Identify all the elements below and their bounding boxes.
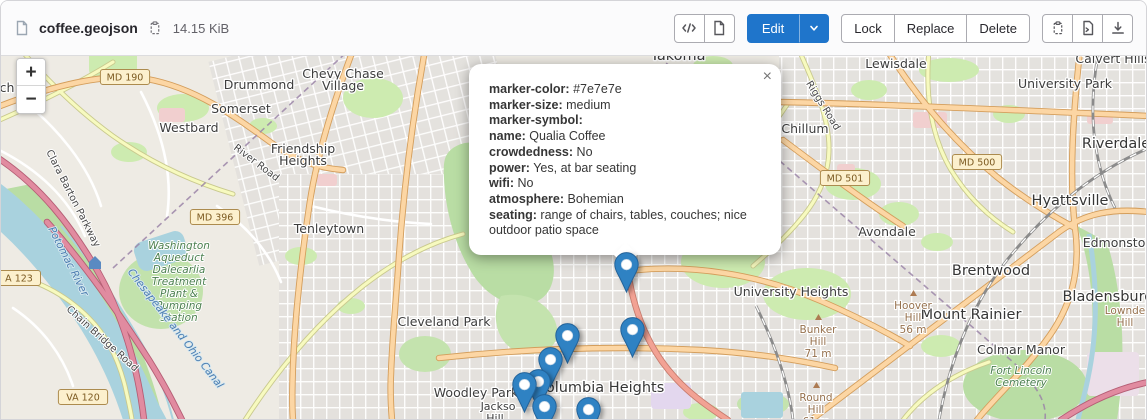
map-label: Mount Rainier	[921, 307, 1022, 323]
map-label: Cleveland Park	[398, 314, 492, 329]
map-label: Hill	[486, 412, 503, 420]
route-shield-label: MD 501	[827, 174, 864, 185]
delete-button[interactable]: Delete	[966, 14, 1030, 43]
popup-property-row: atmosphere: Bohemian	[489, 192, 757, 208]
map-label: University Heights	[734, 284, 849, 299]
copy-contents-button[interactable]	[1042, 14, 1073, 43]
map-label: FriendshipHeights	[271, 141, 335, 168]
map-label: Bladensburg	[1062, 289, 1147, 305]
download-button[interactable]	[1102, 14, 1133, 43]
zoom-in-button[interactable]: +	[17, 59, 45, 86]
map-label: Westbard	[159, 120, 218, 135]
popup-close-icon[interactable]: ×	[763, 69, 772, 85]
map-label: Drummond	[224, 77, 295, 92]
file-size: 14.15 KiB	[173, 21, 229, 36]
popup-property-row: seating: range of chairs, tables, couche…	[489, 208, 757, 239]
popup-property-row: wifi: No	[489, 176, 757, 192]
route-shield-label: MD 190	[107, 73, 144, 84]
popup-property-row: crowdedness: No	[489, 145, 757, 161]
edit-dropdown-button[interactable]	[799, 14, 829, 43]
view-toggle-group	[674, 14, 735, 43]
utility-icons-group	[1042, 14, 1133, 43]
map-label: Colmar Manor	[977, 342, 1066, 357]
route-shield-label: VA 120	[66, 393, 100, 404]
snippet-card: coffee.geojson 14.15 KiB	[0, 0, 1147, 420]
download-icon	[1110, 20, 1126, 36]
rendered-view-button[interactable]	[704, 14, 735, 43]
feature-popup: × marker-color: #7e7e7emarker-size: medi…	[469, 64, 781, 255]
edit-button[interactable]: Edit	[747, 14, 799, 43]
map-marker-icon[interactable]	[576, 397, 601, 420]
edit-split-button: Edit	[747, 14, 829, 43]
map-label: Takoma	[649, 56, 705, 64]
map-canvas[interactable]: MD 190 MD 396 MD 501 MD 500 A 123 VA 120 Tako…	[1, 56, 1147, 420]
replace-button[interactable]: Replace	[894, 14, 968, 43]
map-label: Brentwood	[952, 263, 1030, 279]
rendered-view-icon	[711, 20, 727, 36]
document-icon	[14, 20, 30, 36]
file-actions-group: Lock Replace Delete	[841, 14, 1030, 43]
open-raw-button[interactable]	[1072, 14, 1103, 43]
lock-button[interactable]: Lock	[841, 14, 894, 43]
map-label: Avondale	[858, 224, 916, 239]
map-label: Chillum	[781, 121, 828, 136]
map-label: Tenleytown	[293, 221, 364, 236]
chevron-down-icon	[808, 22, 820, 34]
route-shield-label: MD 396	[197, 213, 234, 224]
map-label: Hyattsville	[1032, 193, 1109, 209]
popup-property-row: marker-color: #7e7e7e	[489, 82, 757, 98]
code-view-button[interactable]	[674, 14, 705, 43]
map-label: Calvert Hills	[1075, 56, 1147, 66]
map-marker-icon[interactable]	[614, 252, 639, 293]
open-raw-icon	[1080, 20, 1096, 36]
zoom-control: + −	[16, 58, 46, 114]
map-label: ch	[1, 80, 14, 95]
popup-property-row: power: Yes, at bar seating	[489, 161, 757, 177]
map-label: Lewisdale	[865, 56, 927, 71]
popup-property-row: marker-size: medium	[489, 98, 757, 114]
map-label: Somerset	[211, 101, 271, 116]
map-marker-icon[interactable]	[532, 394, 557, 420]
file-name: coffee.geojson	[39, 20, 138, 36]
route-shield-label: MD 500	[959, 158, 996, 169]
map-label: University Park	[1018, 76, 1113, 91]
map-label: Woodley Park	[434, 385, 519, 400]
map-marker-icon[interactable]	[620, 317, 645, 358]
map-label: Fort LincolnCemetery	[990, 365, 1051, 389]
map-label: Riverdale	[1082, 136, 1147, 152]
code-view-icon	[681, 20, 697, 36]
file-header: coffee.geojson 14.15 KiB	[1, 1, 1146, 56]
popup-property-row: marker-symbol:	[489, 113, 757, 129]
copy-path-icon[interactable]	[147, 21, 162, 36]
copy-contents-icon	[1050, 21, 1065, 36]
popup-property-row: name: Qualia Coffee	[489, 129, 757, 145]
map-label: Edmonston	[1083, 235, 1147, 250]
route-shield-label: A 123	[5, 274, 33, 285]
zoom-out-button[interactable]: −	[17, 86, 45, 113]
popup-properties: marker-color: #7e7e7emarker-size: medium…	[489, 82, 757, 239]
